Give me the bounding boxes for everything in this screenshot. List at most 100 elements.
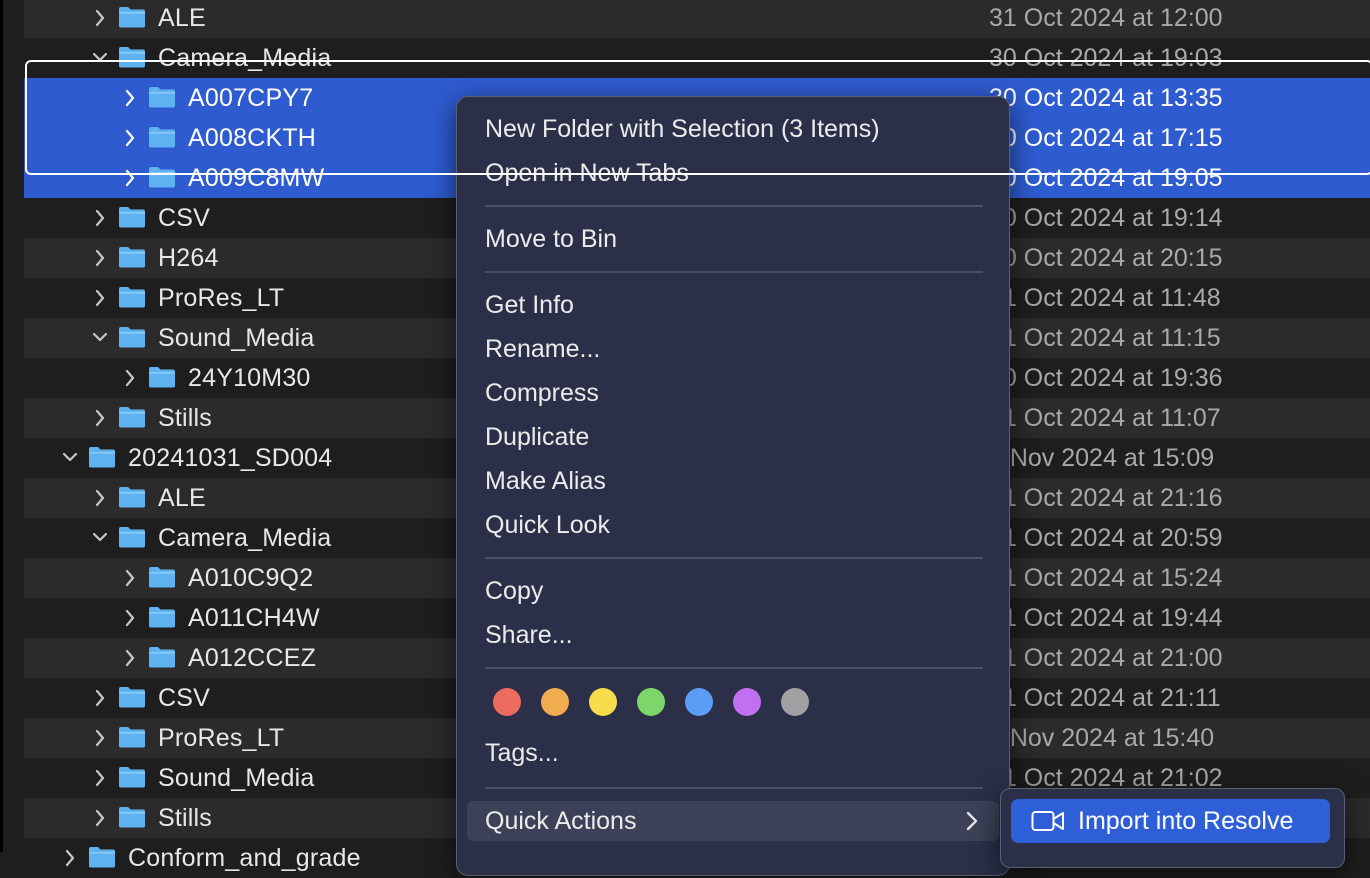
chevron-right-icon[interactable] bbox=[92, 409, 108, 427]
date-modified: 31 Oct 2024 at 11:07 bbox=[989, 404, 1221, 432]
submenu-item-import-into-resolve[interactable]: Import into Resolve bbox=[1011, 799, 1330, 843]
folder-icon bbox=[149, 87, 175, 108]
folder-icon bbox=[119, 287, 145, 308]
menu-item-open-in-new-tabs[interactable]: Open in New Tabs bbox=[467, 153, 999, 193]
menu-item-move-to-bin[interactable]: Move to Bin bbox=[467, 219, 999, 259]
folder-icon bbox=[89, 447, 115, 468]
menu-separator bbox=[485, 271, 983, 273]
date-modified: 31 Oct 2024 at 12:00 bbox=[989, 4, 1223, 32]
folder-icon bbox=[149, 607, 175, 628]
folder-icon bbox=[119, 47, 145, 68]
menu-item-new-folder-with-selection[interactable]: New Folder with Selection (3 Items) bbox=[467, 109, 999, 149]
folder-name: Conform_and_grade bbox=[128, 844, 361, 872]
folder-name: Stills bbox=[158, 804, 212, 832]
tag-red-dot[interactable] bbox=[493, 688, 521, 716]
date-modified: 30 Oct 2024 at 19:05 bbox=[989, 164, 1223, 192]
chevron-right-icon[interactable] bbox=[122, 609, 138, 627]
chevron-down-icon[interactable] bbox=[62, 449, 78, 467]
window-edge bbox=[0, 0, 3, 852]
chevron-right-icon[interactable] bbox=[92, 489, 108, 507]
tag-blue-dot[interactable] bbox=[685, 688, 713, 716]
date-modified: 30 Oct 2024 at 19:14 bbox=[989, 204, 1223, 232]
chevron-right-icon[interactable] bbox=[92, 769, 108, 787]
tag-gray-dot[interactable] bbox=[781, 688, 809, 716]
chevron-down-icon[interactable] bbox=[92, 49, 108, 67]
folder-icon bbox=[89, 847, 115, 868]
menu-item-rename[interactable]: Rename... bbox=[467, 329, 999, 369]
folder-name: ProRes_LT bbox=[158, 724, 285, 752]
menu-item-get-info[interactable]: Get Info bbox=[467, 285, 999, 325]
folder-name: ALE bbox=[158, 484, 206, 512]
folder-row[interactable]: Camera_Media 30 Oct 2024 at 19:03 bbox=[24, 38, 1370, 78]
chevron-right-icon[interactable] bbox=[92, 249, 108, 267]
folder-icon bbox=[119, 807, 145, 828]
chevron-right-icon[interactable] bbox=[92, 689, 108, 707]
date-modified: 31 Oct 2024 at 15:24 bbox=[989, 564, 1223, 592]
chevron-right-icon[interactable] bbox=[92, 9, 108, 27]
video-camera-icon bbox=[1031, 811, 1064, 831]
folder-icon bbox=[119, 327, 145, 348]
chevron-right-icon[interactable] bbox=[122, 89, 138, 107]
chevron-down-icon[interactable] bbox=[92, 329, 108, 347]
folder-icon bbox=[149, 127, 175, 148]
menu-item-share[interactable]: Share... bbox=[467, 615, 999, 655]
date-modified: 30 Oct 2024 at 13:35 bbox=[989, 84, 1223, 112]
submenu-item-label: Import into Resolve bbox=[1078, 807, 1294, 835]
chevron-down-icon[interactable] bbox=[92, 529, 108, 547]
folder-icon bbox=[119, 767, 145, 788]
menu-item-quick-look[interactable]: Quick Look bbox=[467, 505, 999, 545]
chevron-right-icon[interactable] bbox=[92, 289, 108, 307]
folder-name: A008CKTH bbox=[188, 124, 317, 152]
chevron-right-icon[interactable] bbox=[122, 649, 138, 667]
folder-name: A012CCEZ bbox=[188, 644, 317, 672]
date-modified: 30 Oct 2024 at 20:15 bbox=[989, 244, 1223, 272]
folder-name: Camera_Media bbox=[158, 44, 332, 72]
date-modified: 31 Oct 2024 at 20:59 bbox=[989, 524, 1223, 552]
tag-purple-dot[interactable] bbox=[733, 688, 761, 716]
folder-name: CSV bbox=[158, 684, 211, 712]
folder-name: A011CH4W bbox=[188, 604, 320, 632]
tag-yellow-dot[interactable] bbox=[589, 688, 617, 716]
folder-icon bbox=[119, 487, 145, 508]
menu-separator bbox=[485, 667, 983, 669]
chevron-right-icon[interactable] bbox=[92, 209, 108, 227]
folder-name: Stills bbox=[158, 404, 212, 432]
folder-row[interactable]: ALE 31 Oct 2024 at 12:00 bbox=[24, 0, 1370, 38]
menu-separator bbox=[485, 787, 983, 789]
folder-name: 24Y10M30 bbox=[188, 364, 311, 392]
folder-name: ALE bbox=[158, 4, 206, 32]
tag-green-dot[interactable] bbox=[637, 688, 665, 716]
menu-item-duplicate[interactable]: Duplicate bbox=[467, 417, 999, 457]
folder-icon bbox=[119, 687, 145, 708]
menu-item-quick-actions[interactable]: Quick Actions bbox=[467, 801, 999, 841]
folder-icon bbox=[119, 7, 145, 28]
date-modified: 31 Oct 2024 at 11:15 bbox=[989, 324, 1221, 352]
folder-name: A009C8MW bbox=[188, 164, 325, 192]
tag-orange-dot[interactable] bbox=[541, 688, 569, 716]
date-modified: 30 Oct 2024 at 19:36 bbox=[989, 364, 1223, 392]
folder-icon bbox=[119, 527, 145, 548]
chevron-right-icon[interactable] bbox=[122, 369, 138, 387]
menu-item-copy[interactable]: Copy bbox=[467, 571, 999, 611]
folder-name: A007CPY7 bbox=[188, 84, 314, 112]
menu-item-quick-actions-label: Quick Actions bbox=[485, 807, 637, 835]
menu-item-tags[interactable]: Tags... bbox=[467, 733, 999, 773]
menu-item-compress[interactable]: Compress bbox=[467, 373, 999, 413]
chevron-right-icon[interactable] bbox=[122, 169, 138, 187]
chevron-right-icon[interactable] bbox=[92, 809, 108, 827]
menu-item-make-alias[interactable]: Make Alias bbox=[467, 461, 999, 501]
chevron-right-icon bbox=[966, 811, 978, 831]
date-modified: 31 Oct 2024 at 19:44 bbox=[989, 604, 1223, 632]
folder-name: ProRes_LT bbox=[158, 284, 285, 312]
folder-icon bbox=[149, 567, 175, 588]
folder-name: CSV bbox=[158, 204, 211, 232]
date-modified: 31 Oct 2024 at 21:11 bbox=[989, 684, 1221, 712]
date-modified: 1 Nov 2024 at 15:09 bbox=[989, 444, 1215, 472]
folder-icon bbox=[149, 167, 175, 188]
chevron-right-icon[interactable] bbox=[122, 569, 138, 587]
folder-name: H264 bbox=[158, 244, 219, 272]
date-modified: 31 Oct 2024 at 11:48 bbox=[989, 284, 1221, 312]
chevron-right-icon[interactable] bbox=[122, 129, 138, 147]
quick-actions-submenu: Import into Resolve bbox=[1000, 788, 1345, 868]
chevron-right-icon[interactable] bbox=[92, 729, 108, 747]
